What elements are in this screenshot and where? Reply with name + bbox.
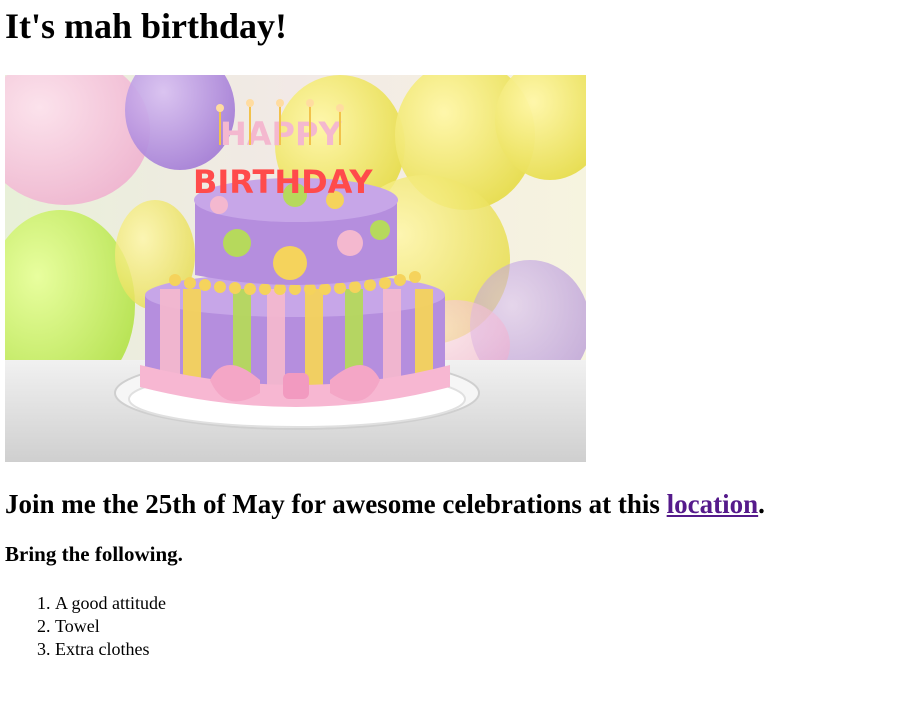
invite-heading: Join me the 25th of May for awesome cele…: [5, 489, 905, 520]
bring-item: A good attitude: [55, 592, 905, 615]
bring-item: Extra clothes: [55, 638, 905, 661]
page-title: It's mah birthday!: [5, 6, 288, 46]
svg-text:HAPPY: HAPPY: [220, 115, 342, 153]
bring-item: Towel: [55, 615, 905, 638]
bring-list: A good attitude Towel Extra clothes: [5, 592, 905, 661]
location-link[interactable]: location: [667, 489, 759, 519]
bring-heading: Bring the following.: [5, 542, 183, 566]
invite-prefix: Join me the 25th of May for awesome cele…: [5, 489, 667, 519]
svg-text:BIRTHDAY: BIRTHDAY: [193, 163, 373, 201]
page-root: It's mah birthday! HAPPY BIRTHDAY Join m…: [0, 6, 910, 721]
birthday-cake-image: HAPPY BIRTHDAY: [5, 75, 586, 462]
invite-suffix: .: [758, 489, 765, 519]
